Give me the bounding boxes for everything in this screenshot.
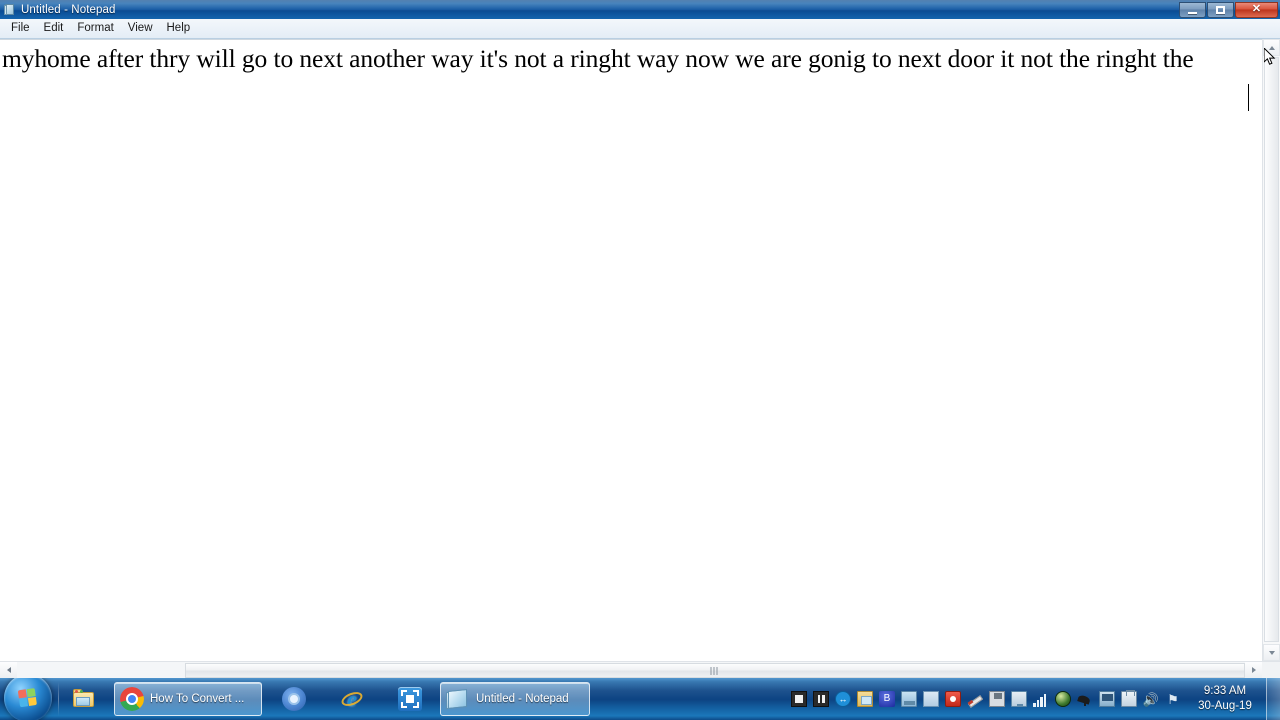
globe-icon[interactable] [1055, 691, 1071, 707]
stop-icon[interactable] [791, 691, 807, 707]
scroll-left-button[interactable] [0, 662, 17, 678]
window-controls: ✕ [1178, 0, 1278, 19]
horizontal-scrollbar[interactable] [0, 661, 1280, 678]
action-center-flag-icon[interactable]: ⚑ [1165, 691, 1181, 707]
window-title: Untitled - Notepad [21, 3, 116, 16]
disc-icon[interactable] [923, 691, 939, 707]
network-share-icon[interactable] [901, 691, 917, 707]
taskbar: How To Convert ... e Untitled - Notepad … [0, 678, 1280, 720]
show-desktop-button[interactable] [1266, 678, 1280, 720]
remote-screen-icon[interactable] [1099, 691, 1115, 707]
maximize-button[interactable] [1207, 1, 1234, 18]
menu-bar: File Edit Format View Help [0, 19, 1280, 39]
clock-date: 30-Aug-19 [1198, 700, 1252, 712]
notepad-window: Untitled - Notepad ✕ File Edit Format Vi… [0, 0, 1280, 678]
vertical-scroll-thumb[interactable] [1264, 57, 1279, 642]
menu-item-format[interactable]: Format [70, 20, 120, 37]
taskbar-button-screen-capture[interactable] [390, 682, 430, 716]
minimize-icon [1188, 11, 1197, 14]
pen-tool-icon[interactable] [967, 691, 983, 707]
chrome-icon [120, 687, 144, 711]
folder-share-icon[interactable] [857, 691, 873, 707]
system-tray: ↔ B 🔊 ⚑ [788, 678, 1184, 720]
taskbar-button-label: Untitled - Notepad [476, 693, 569, 705]
satellite-icon[interactable] [1077, 691, 1093, 707]
client-area: myhome after thry will go to next anothe… [0, 39, 1280, 678]
scrollbar-corner [1262, 662, 1280, 678]
taskbar-button-chrome-how-to-convert[interactable]: How To Convert ... [114, 682, 262, 716]
document-text: myhome after thry will go to next anothe… [2, 44, 1194, 73]
scroll-thumb-grip-icon [710, 666, 720, 675]
taskbar-divider [58, 682, 59, 716]
horizontal-scroll-thumb[interactable] [185, 663, 1245, 678]
menu-item-view[interactable]: View [121, 20, 160, 37]
menu-item-help[interactable]: Help [160, 20, 198, 37]
signal-bars-icon[interactable] [1033, 691, 1049, 707]
scroll-down-button[interactable] [1263, 644, 1280, 661]
power-plug-icon[interactable] [1121, 690, 1137, 707]
scroll-up-button[interactable] [1263, 39, 1280, 56]
text-editor[interactable]: myhome after thry will go to next anothe… [0, 39, 1262, 661]
chevron-left-icon [6, 667, 11, 673]
save-icon[interactable] [989, 691, 1005, 707]
chevron-right-icon [1251, 667, 1256, 673]
taskbar-button-chromium[interactable] [274, 682, 314, 716]
close-icon: ✕ [1251, 3, 1262, 15]
volume-icon[interactable]: 🔊 [1143, 691, 1159, 707]
minimize-button[interactable] [1179, 1, 1206, 18]
sync-arrows-icon[interactable]: ↔ [835, 691, 851, 707]
taskbar-button-notepad[interactable]: Untitled - Notepad [440, 682, 590, 716]
maximize-icon [1216, 5, 1225, 14]
clock-time: 9:33 AM [1203, 685, 1247, 697]
chevron-down-icon [1268, 650, 1275, 655]
monitor-icon[interactable] [1011, 691, 1027, 707]
scroll-right-button[interactable] [1245, 662, 1262, 678]
taskbar-button-internet-explorer[interactable]: e [332, 682, 372, 716]
menu-item-edit[interactable]: Edit [37, 20, 71, 37]
taskbar-button-windows-explorer[interactable] [64, 682, 104, 716]
notepad-document-icon [4, 3, 16, 16]
chevron-up-icon [1268, 45, 1275, 50]
vertical-scrollbar[interactable] [1262, 39, 1280, 661]
bluetooth-icon[interactable]: B [879, 691, 895, 707]
menu-item-file[interactable]: File [4, 20, 37, 37]
screen-capture-icon [398, 687, 422, 711]
start-button[interactable] [4, 678, 52, 720]
pause-icon[interactable] [813, 691, 829, 707]
clock[interactable]: 9:33 AM 30-Aug-19 [1192, 678, 1258, 720]
taskbar-button-label: How To Convert ... [150, 693, 245, 705]
text-caret [1248, 84, 1249, 111]
record-icon[interactable] [945, 691, 961, 707]
title-bar[interactable]: Untitled - Notepad ✕ [0, 0, 1280, 19]
windows-logo-icon [17, 687, 38, 708]
folder-explorer-icon [72, 687, 96, 711]
titlebar-gloss [0, 0, 1280, 19]
notepad-icon [446, 687, 470, 711]
close-button[interactable]: ✕ [1235, 1, 1278, 18]
chromium-icon [282, 687, 306, 711]
internet-explorer-icon: e [339, 687, 365, 711]
